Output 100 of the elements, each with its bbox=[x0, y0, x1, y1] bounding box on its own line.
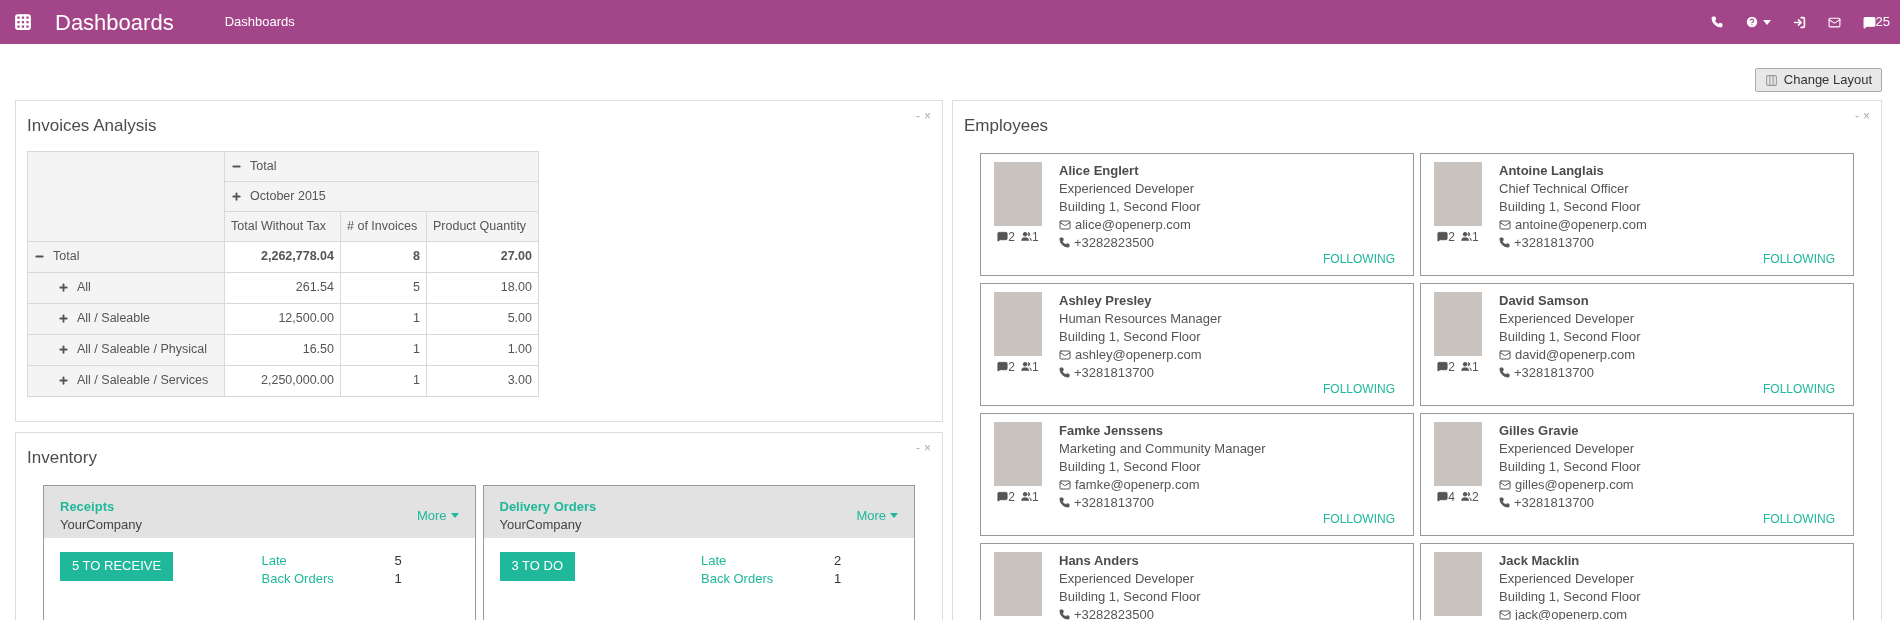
envelope-icon bbox=[1499, 478, 1511, 491]
measure-header[interactable]: # of Invoices bbox=[340, 211, 427, 241]
envelope-icon[interactable] bbox=[1827, 15, 1841, 29]
app-title: Dashboards bbox=[55, 8, 174, 37]
stat-link[interactable]: Back Orders bbox=[701, 569, 774, 588]
following-button[interactable]: FOLLOWING bbox=[1763, 509, 1835, 528]
stat-count: 1 bbox=[394, 569, 403, 588]
employee-card[interactable]: 2 1 Famke Jenssens Marketing and Community Manager Building 1, Second Floor famke@openerp.com +3281813700 FOLLOWING bbox=[980, 412, 1414, 536]
job-title: Experienced Developer bbox=[1499, 569, 1636, 588]
sign-in-icon[interactable] bbox=[1792, 15, 1806, 29]
follower-count: 2 bbox=[1472, 488, 1479, 506]
apps-menu-icon[interactable] bbox=[14, 13, 32, 31]
caret-icon bbox=[450, 512, 459, 518]
following-button[interactable]: FOLLOWING bbox=[1323, 509, 1395, 528]
email-address: alice@openerp.com bbox=[1075, 215, 1191, 234]
table-cell: 261.54 bbox=[224, 272, 341, 303]
employee-card[interactable]: Hans Anders Experienced Developer Building 1, Second Floor +3282823500 bbox=[980, 542, 1414, 620]
help-icon bbox=[1744, 15, 1759, 29]
employee-name: Alice Englert bbox=[1059, 161, 1140, 180]
job-title: Experienced Developer bbox=[1059, 179, 1196, 198]
table-cell: 27.00 bbox=[426, 241, 539, 272]
table-cell: 1 bbox=[340, 365, 427, 396]
follower-count: 1 bbox=[1032, 228, 1039, 246]
following-button[interactable]: FOLLOWING bbox=[1763, 379, 1835, 398]
message-count: 2 bbox=[1008, 488, 1015, 506]
messages-button[interactable]: 25 bbox=[1862, 12, 1890, 32]
stat-link[interactable]: Back Orders bbox=[261, 569, 334, 588]
follower-count: 1 bbox=[1472, 358, 1479, 376]
phone-number: +3281813700 bbox=[1514, 233, 1594, 252]
stat-count: 1 bbox=[834, 569, 843, 588]
phone-number: +3281813700 bbox=[1514, 363, 1594, 382]
phone-number: +3281813700 bbox=[1074, 493, 1154, 512]
stat-link[interactable]: Late bbox=[261, 551, 287, 570]
following-button[interactable]: FOLLOWING bbox=[1323, 249, 1395, 268]
following-button[interactable]: FOLLOWING bbox=[1323, 379, 1395, 398]
comments-icon bbox=[997, 361, 1009, 372]
panel-control[interactable]: × bbox=[1863, 107, 1870, 125]
measure-header[interactable]: Product Quantity bbox=[426, 211, 539, 241]
phone-icon bbox=[1499, 237, 1510, 248]
more-dropdown[interactable]: More bbox=[856, 505, 898, 525]
employee-card[interactable]: 2 1 David Samson Experienced Developer Building 1, Second Floor david@openerp.com +3281813700 FOLLOWING bbox=[1420, 282, 1854, 406]
work-location: Building 1, Second Floor bbox=[1059, 587, 1202, 606]
expand-icon[interactable] bbox=[231, 190, 242, 202]
message-count: 2 bbox=[1448, 228, 1455, 246]
employee-card[interactable]: 2 1 Alice Englert Experienced Developer Building 1, Second Floor alice@openerp.com +3282823500 FOLLOWING bbox=[980, 152, 1414, 276]
panel-control[interactable]: - bbox=[916, 107, 920, 125]
card-title[interactable]: Delivery Orders bbox=[499, 497, 597, 516]
work-location: Building 1, Second Floor bbox=[1059, 197, 1202, 216]
card-title[interactable]: Receipts bbox=[60, 497, 142, 516]
panel-control[interactable]: × bbox=[924, 107, 931, 125]
table-cell: 5 bbox=[340, 272, 427, 303]
change-layout-button[interactable]: Change Layout bbox=[1754, 68, 1882, 92]
chat-icon bbox=[1862, 15, 1876, 29]
phone-icon bbox=[1059, 609, 1070, 620]
work-location: Building 1, Second Floor bbox=[1059, 457, 1202, 476]
message-count: 2 bbox=[1008, 228, 1015, 246]
photo-placeholder bbox=[994, 421, 1042, 486]
comments-icon bbox=[1437, 491, 1449, 502]
work-location: Building 1, Second Floor bbox=[1499, 587, 1642, 606]
measure-header[interactable]: Total Without Tax bbox=[224, 211, 341, 241]
phone-icon[interactable] bbox=[1710, 16, 1723, 28]
phone-number: +3281813700 bbox=[1514, 493, 1594, 512]
email-address: ashley@openerp.com bbox=[1075, 345, 1202, 364]
followers-icon bbox=[1021, 361, 1032, 372]
panel-control[interactable]: - bbox=[916, 439, 920, 457]
table-cell: 2,250,000.00 bbox=[224, 365, 341, 396]
comments-icon bbox=[1437, 231, 1449, 242]
stat-count: 2 bbox=[834, 551, 843, 570]
table-cell: 2,262,778.04 bbox=[224, 241, 341, 272]
following-button[interactable]: FOLLOWING bbox=[1763, 249, 1835, 268]
expand-icon[interactable] bbox=[58, 375, 69, 386]
help-menu[interactable] bbox=[1744, 15, 1771, 29]
work-location: Building 1, Second Floor bbox=[1499, 327, 1642, 346]
more-dropdown[interactable]: More bbox=[416, 505, 459, 525]
stat-link[interactable]: Late bbox=[701, 551, 727, 570]
employee-card[interactable]: 2 1 Antoine Langlais Chief Technical Officer Building 1, Second Floor antoine@openerp.com +3281813700 FOLLOWING bbox=[1420, 152, 1854, 276]
action-button[interactable]: 5 TO RECEIVE bbox=[60, 551, 174, 581]
table-cell: 5.00 bbox=[426, 303, 539, 334]
panel-control[interactable]: - bbox=[1855, 107, 1859, 125]
panel-control[interactable]: × bbox=[924, 439, 931, 457]
employee-card[interactable]: 4 2 Gilles Gravie Experienced Developer Building 1, Second Floor gilles@openerp.com +3281813700 FOLLOWING bbox=[1420, 412, 1854, 536]
employee-name: Jack Macklin bbox=[1499, 551, 1581, 570]
company-name: YourCompany bbox=[60, 515, 142, 534]
expand-icon[interactable] bbox=[58, 282, 69, 293]
breadcrumb-link[interactable]: Dashboards bbox=[224, 12, 295, 32]
photo-placeholder bbox=[1434, 551, 1482, 616]
expand-icon[interactable] bbox=[58, 313, 69, 324]
employee-name: Gilles Gravie bbox=[1499, 421, 1580, 440]
table-cell: 1.00 bbox=[426, 334, 539, 365]
expand-icon[interactable] bbox=[58, 344, 69, 355]
work-location: Building 1, Second Floor bbox=[1499, 197, 1642, 216]
followers-icon bbox=[1021, 231, 1032, 242]
followers-icon bbox=[1461, 491, 1472, 502]
stat-count: 5 bbox=[394, 551, 403, 570]
follower-count: 1 bbox=[1472, 228, 1479, 246]
job-title: Experienced Developer bbox=[1499, 439, 1636, 458]
employee-card[interactable]: 2 1 Ashley Presley Human Resources Manager Building 1, Second Floor ashley@openerp.com +3281813700 FOLLOWING bbox=[980, 282, 1414, 406]
table-cell: 18.00 bbox=[426, 272, 539, 303]
action-button[interactable]: 3 TO DO bbox=[499, 551, 576, 581]
job-title: Experienced Developer bbox=[1499, 309, 1636, 328]
